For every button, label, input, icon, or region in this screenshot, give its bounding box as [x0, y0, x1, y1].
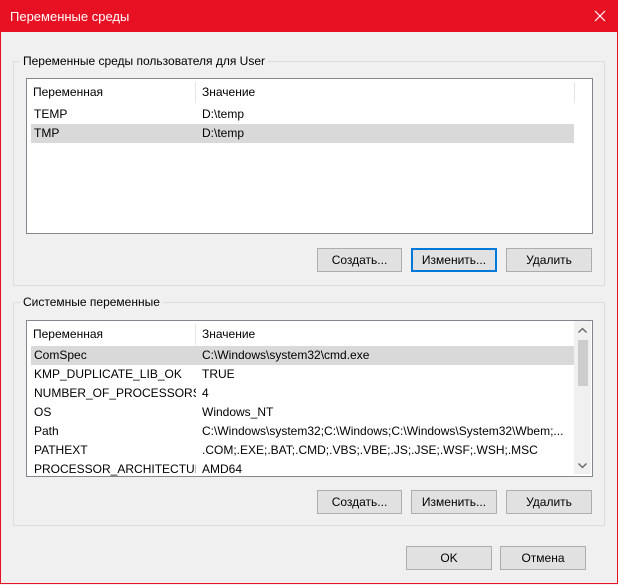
list-header: Переменная Значение [27, 79, 592, 105]
system-create-button[interactable]: Создать... [317, 490, 402, 514]
user-delete-button[interactable]: Удалить [506, 248, 592, 272]
variable-name: OS [34, 405, 52, 419]
variable-value: AMD64 [202, 462, 243, 476]
cancel-button[interactable]: Отмена [500, 546, 586, 570]
variable-name: Path [34, 424, 59, 438]
list-row-temp[interactable]: TEMP D:\temp [31, 105, 574, 124]
user-create-button[interactable]: Создать... [317, 248, 402, 272]
scroll-thumb[interactable] [578, 340, 588, 386]
chevron-up-icon [578, 327, 587, 333]
variable-value: D:\temp [202, 126, 245, 140]
variable-value: 4 [202, 386, 209, 400]
variable-name: ComSpec [34, 348, 87, 362]
scroll-down-button[interactable] [574, 457, 591, 474]
variable-name: NUMBER_OF_PROCESSORS [34, 386, 196, 400]
system-delete-button[interactable]: Удалить [506, 490, 592, 514]
title-bar: Переменные среды [0, 0, 618, 32]
variable-value: Windows_NT [202, 405, 274, 419]
close-icon [594, 10, 606, 22]
list-row[interactable]: PROCESSOR_ARCHITECTURE AMD64 [31, 460, 574, 476]
list-row-tmp[interactable]: TMP D:\temp [31, 124, 574, 143]
user-edit-button[interactable]: Изменить... [411, 248, 497, 272]
variable-name: TEMP [34, 107, 68, 121]
column-separator[interactable] [574, 82, 575, 103]
variable-value: C:\Windows\system32;C:\Windows;C:\Window… [202, 424, 564, 438]
column-header-value[interactable]: Значение [196, 321, 574, 347]
variable-name: PATHEXT [34, 443, 88, 457]
column-header-variable[interactable]: Переменная [27, 321, 195, 347]
variable-value: D:\temp [202, 107, 245, 121]
close-button[interactable] [586, 4, 614, 28]
variable-name: TMP [34, 126, 60, 140]
variable-name: PROCESSOR_ARCHITECTURE [34, 462, 196, 476]
list-row[interactable]: PATHEXT .COM;.EXE;.BAT;.CMD;.VBS;.VBE;.J… [31, 441, 574, 460]
user-vars-list[interactable]: Переменная Значение TEMP D:\temp TMP D:\… [26, 78, 593, 234]
ok-button[interactable]: OK [406, 546, 492, 570]
list-header: Переменная Значение [27, 321, 592, 347]
list-row[interactable]: NUMBER_OF_PROCESSORS 4 [31, 384, 574, 403]
chevron-down-icon [578, 462, 587, 468]
vertical-scrollbar[interactable] [574, 321, 591, 474]
system-vars-legend: Системные переменные [23, 295, 160, 309]
user-vars-legend: Переменные среды пользователя для User [23, 54, 265, 68]
variable-name: KMP_DUPLICATE_LIB_OK [34, 367, 182, 381]
window-title: Переменные среды [10, 9, 130, 24]
list-row[interactable]: Path C:\Windows\system32;C:\Windows;C:\W… [31, 422, 574, 441]
list-row[interactable]: OS Windows_NT [31, 403, 574, 422]
system-edit-button[interactable]: Изменить... [411, 490, 497, 514]
column-header-value[interactable]: Значение [196, 79, 574, 105]
list-row[interactable]: KMP_DUPLICATE_LIB_OK TRUE [31, 365, 574, 384]
variable-value: C:\Windows\system32\cmd.exe [202, 348, 370, 362]
list-row[interactable]: ComSpec C:\Windows\system32\cmd.exe [31, 346, 574, 365]
variable-value: .COM;.EXE;.BAT;.CMD;.VBS;.VBE;.JS;.JSE;.… [202, 443, 538, 457]
column-header-variable[interactable]: Переменная [27, 79, 195, 105]
system-vars-list[interactable]: Переменная Значение ComSpec C:\Windows\s… [26, 320, 593, 477]
variable-value: TRUE [202, 367, 235, 381]
scroll-up-button[interactable] [574, 321, 591, 338]
